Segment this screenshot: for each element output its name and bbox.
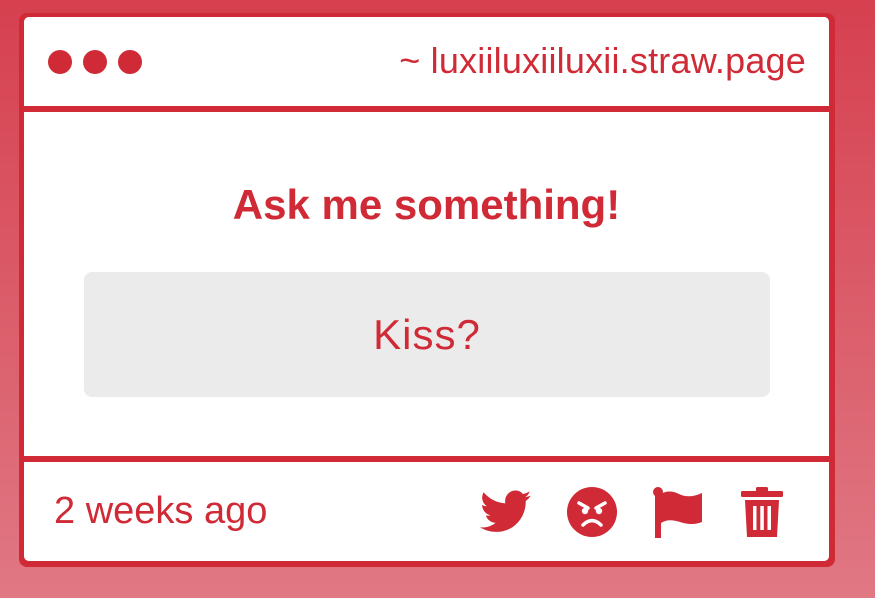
- card-inner: ~ luxiiluxiiluxii.straw.page Ask me some…: [24, 17, 829, 561]
- window-dot-2: [83, 50, 107, 74]
- twitter-share-button[interactable]: [480, 486, 532, 538]
- angry-react-button[interactable]: [566, 486, 618, 538]
- angry-face-icon: [567, 487, 617, 537]
- question-card: ~ luxiiluxiiluxii.straw.page Ask me some…: [19, 13, 835, 567]
- window-dot-3: [118, 50, 142, 74]
- window-dot-1: [48, 50, 72, 74]
- delete-button[interactable]: [736, 486, 788, 538]
- flag-icon: [653, 487, 702, 538]
- twitter-bird-icon: [480, 490, 532, 532]
- titlebar-divider: [24, 106, 829, 112]
- timestamp: 2 weeks ago: [54, 490, 268, 532]
- action-bar: [480, 486, 788, 538]
- question-box: Kiss?: [84, 272, 770, 397]
- card-footer: 2 weeks ago: [24, 462, 829, 561]
- page-heading: Ask me something!: [232, 181, 621, 228]
- page-url[interactable]: ~ luxiiluxiiluxii.straw.page: [399, 39, 806, 83]
- window-dots: [48, 50, 142, 74]
- question-text: Kiss?: [373, 311, 481, 358]
- report-button[interactable]: [652, 486, 704, 538]
- trash-icon: [741, 487, 783, 537]
- window-titlebar: ~ luxiiluxiiluxii.straw.page: [24, 17, 829, 106]
